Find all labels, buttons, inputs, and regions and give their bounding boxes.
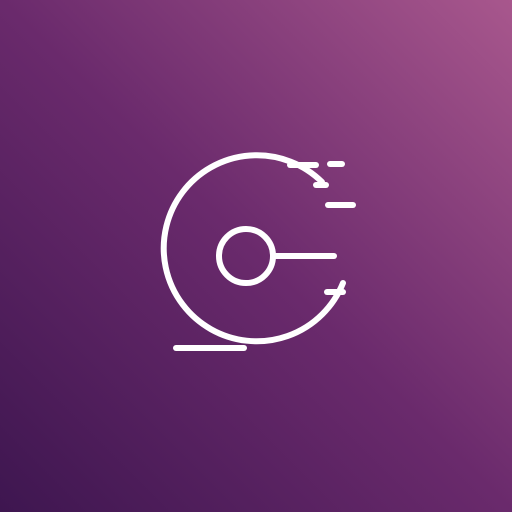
disc-inner-ring <box>216 226 276 286</box>
disc-speed-icon <box>160 152 356 351</box>
app-icon-background <box>0 0 512 512</box>
